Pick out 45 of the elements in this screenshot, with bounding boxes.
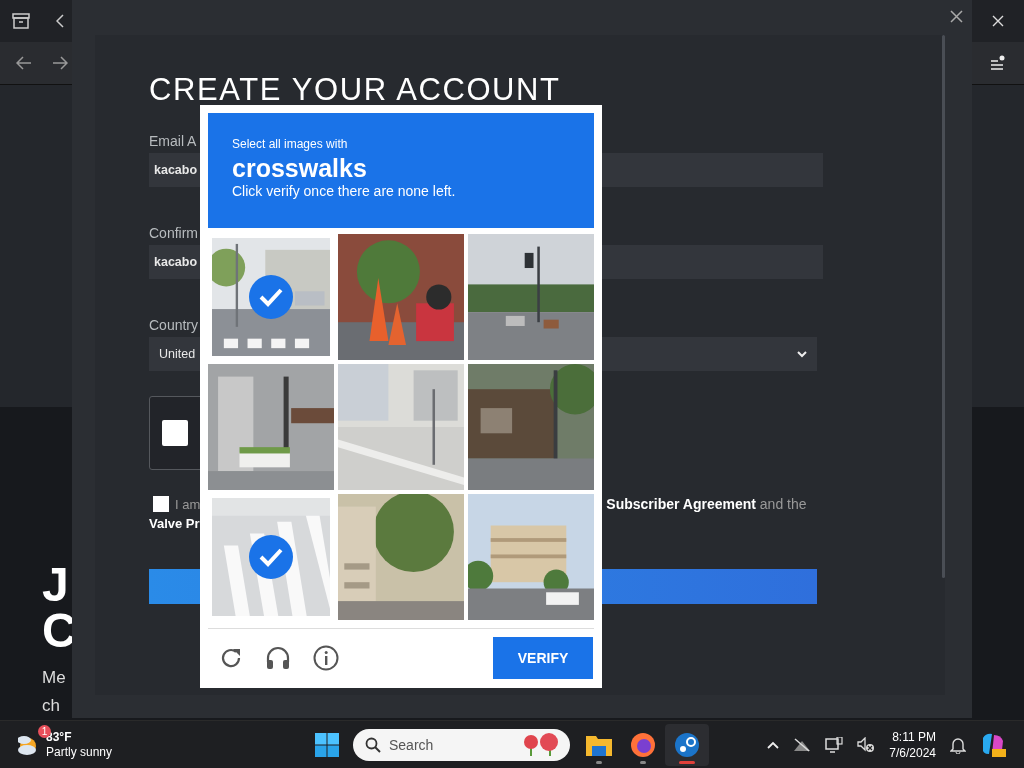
hero-text: ch <box>42 695 60 717</box>
field-label: Country <box>149 317 199 333</box>
close-icon <box>992 15 1004 27</box>
info-icon[interactable] <box>313 645 339 671</box>
folder-icon <box>586 733 612 756</box>
start-icon[interactable] <box>315 732 339 757</box>
captcha-prompt: Select all images with <box>232 137 349 151</box>
weather-text: Partly sunny <box>46 744 113 760</box>
scrollbar[interactable] <box>942 35 945 578</box>
hero-heading: C <box>42 608 77 654</box>
network-off-icon[interactable] <box>793 737 812 752</box>
captcha-checkbox[interactable] <box>162 420 188 446</box>
chevron-left-icon <box>56 14 64 28</box>
checkmark-icon <box>249 535 293 579</box>
bell-icon[interactable] <box>950 735 966 754</box>
hero-heading: J <box>42 562 69 608</box>
archive-icon <box>12 13 30 29</box>
dialog-title: CREATE YOUR ACCOUNT <box>149 73 561 107</box>
roses-drawing <box>522 732 560 757</box>
back-arrow-icon[interactable] <box>16 56 32 70</box>
reload-icon[interactable] <box>219 646 243 670</box>
steam-icon <box>674 731 700 758</box>
field-label: Confirm <box>149 225 198 241</box>
agreement-link[interactable]: Valve Pr <box>149 516 200 531</box>
agreement-checkbox[interactable] <box>153 496 169 512</box>
agreement-text: I am <box>175 496 201 512</box>
list-icon <box>990 55 1006 71</box>
muted-speaker-icon[interactable] <box>857 736 876 753</box>
headphones-icon[interactable] <box>265 646 291 670</box>
search-icon <box>365 736 381 753</box>
display-icon[interactable] <box>825 736 844 753</box>
captcha-target: crosswalks <box>232 154 368 183</box>
field-label: Email A <box>149 133 197 149</box>
verify-button[interactable]: VERIFY <box>493 637 593 679</box>
clock[interactable]: 8:11 PM 7/6/2024 <box>889 728 936 761</box>
close-icon[interactable] <box>950 10 963 23</box>
checkmark-icon <box>249 275 293 319</box>
captcha-hint: Click verify once there are none left. <box>232 183 457 199</box>
chevron-up-icon[interactable] <box>767 740 780 749</box>
search-field[interactable]: Search <box>353 728 570 761</box>
agreement-text: Subscriber Agreement and the <box>606 496 807 512</box>
forward-arrow-icon[interactable] <box>52 56 68 70</box>
chevron-down-icon <box>797 350 807 358</box>
taskbar-app[interactable] <box>665 723 709 766</box>
hero-text: Me <box>42 667 66 689</box>
